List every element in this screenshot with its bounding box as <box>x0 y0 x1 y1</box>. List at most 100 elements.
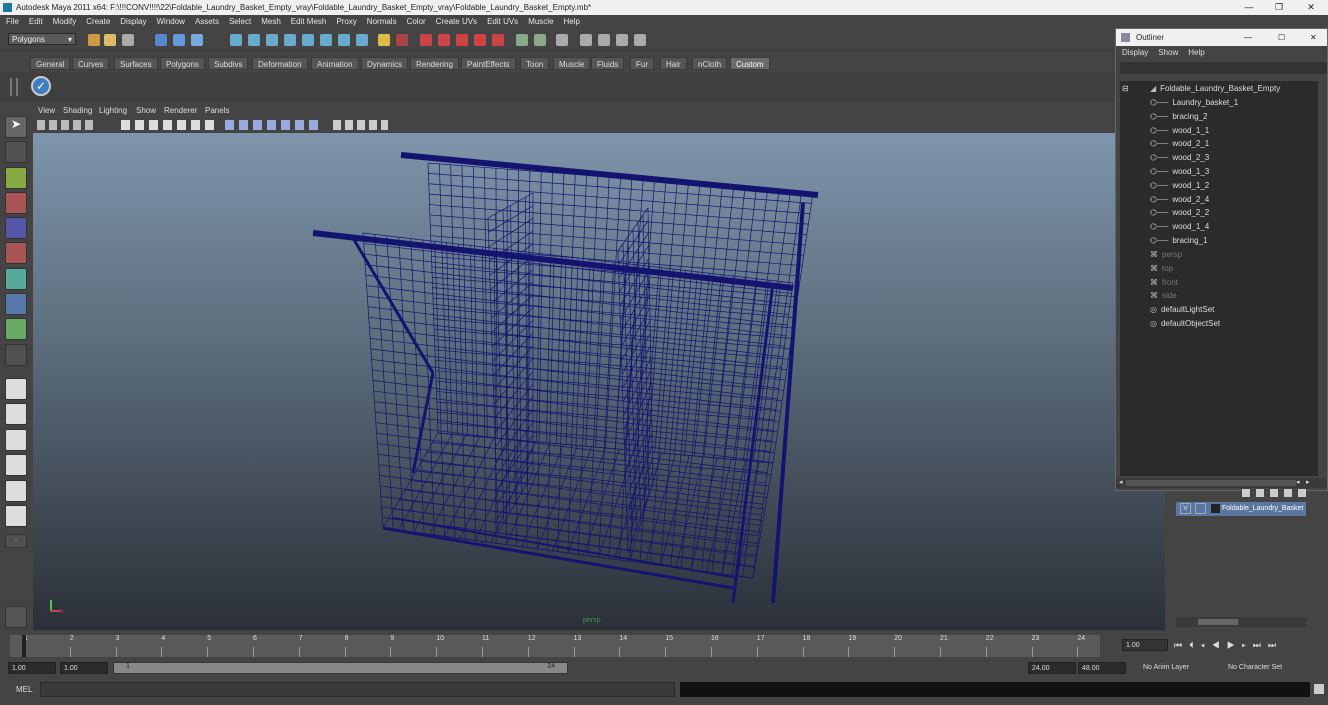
shelf-tab-general[interactable]: General <box>30 57 71 70</box>
shading-lighting-icons[interactable] <box>225 120 321 130</box>
shelf-tab-hair[interactable]: Hair <box>660 57 687 70</box>
outliner-set[interactable]: ◎ defaultLightSet <box>1150 303 1214 316</box>
perspective-viewport[interactable]: persp x <box>33 133 1165 630</box>
persp-graph-layout-icon[interactable] <box>5 454 27 476</box>
shelf-tab-deformation[interactable]: Deformation <box>252 57 308 70</box>
shelf-tab-painteffects[interactable]: PaintEffects <box>461 57 516 70</box>
menu-edit-mesh[interactable]: Edit Mesh <box>291 17 327 26</box>
display-mode-icons[interactable] <box>121 120 216 130</box>
menu-file[interactable]: File <box>6 17 19 26</box>
character-set-select[interactable]: No Character Set <box>1225 662 1315 674</box>
shelf-tab-subdivs[interactable]: Subdivs <box>208 57 249 70</box>
menu-set-select[interactable]: Polygons ▾ <box>8 33 76 45</box>
layout-1-icon[interactable] <box>580 34 592 46</box>
shelf-tab-rendering[interactable]: Rendering <box>410 57 459 70</box>
current-frame-field[interactable]: 1.00 <box>1122 639 1168 651</box>
layer-visibility-toggle[interactable]: V <box>1180 503 1191 514</box>
menu-assets[interactable]: Assets <box>195 17 219 26</box>
help-icon[interactable] <box>356 34 368 46</box>
layer-scroll-thumb[interactable] <box>1198 619 1238 625</box>
live-surface-icon[interactable] <box>302 34 314 46</box>
outliner-camera[interactable]: ⌘ top <box>1150 262 1173 275</box>
render-icon[interactable] <box>396 34 408 46</box>
menu-create[interactable]: Create <box>86 17 110 26</box>
shelf-tab-polygons[interactable]: Polygons <box>160 57 205 70</box>
camera-tools-icon[interactable] <box>37 120 97 130</box>
layer-type-toggle[interactable] <box>1195 503 1206 514</box>
quick-layout-icon[interactable] <box>5 606 27 628</box>
channel-box-icon[interactable] <box>516 34 528 46</box>
playback-controls[interactable]: ⏮⏴◂◀▶▸⏭⏭ <box>1174 640 1324 652</box>
scale-tool-icon[interactable] <box>5 242 27 264</box>
shelf-tab-animation[interactable]: Animation <box>311 57 359 70</box>
menu-window[interactable]: Window <box>157 17 185 26</box>
outliner-item[interactable]: ⌬── wood_1_1 <box>1150 124 1209 137</box>
outliner-maximize-button[interactable]: ☐ <box>1278 29 1285 46</box>
outliner-item[interactable]: ⌬── bracing_2 <box>1150 110 1207 123</box>
attribute-editor-icon[interactable] <box>534 34 546 46</box>
layer-color-swatch[interactable] <box>1211 504 1220 513</box>
layout-3-icon[interactable] <box>616 34 628 46</box>
viewport-menu-lighting[interactable]: Lighting <box>99 106 127 115</box>
hypershade-icon[interactable] <box>474 34 486 46</box>
menu-select[interactable]: Select <box>229 17 251 26</box>
menu-color[interactable]: Color <box>407 17 426 26</box>
scroll-left-icon[interactable]: ◂ <box>1119 478 1123 486</box>
outliner-root[interactable]: ◢ Foldable_Laundry_Basket_Empty <box>1150 82 1280 95</box>
four-view-layout-icon[interactable] <box>5 403 27 425</box>
outliner-minimize-button[interactable]: — <box>1244 29 1252 46</box>
menu-mesh[interactable]: Mesh <box>261 17 281 26</box>
ipr-render-icon[interactable] <box>438 34 450 46</box>
script-editor-icon[interactable] <box>1314 684 1324 694</box>
menu-display[interactable]: Display <box>120 17 146 26</box>
select-object-icon[interactable] <box>173 34 185 46</box>
outliner-camera[interactable]: ⌘ front <box>1150 276 1178 289</box>
outliner-item[interactable]: ⌬── wood_2_4 <box>1150 193 1209 206</box>
menu-modify[interactable]: Modify <box>53 17 77 26</box>
shelf-menu-handle-icon[interactable] <box>10 78 18 96</box>
graph-editor-layout-icon[interactable] <box>5 505 27 527</box>
layer-tools-icons[interactable] <box>1242 489 1306 497</box>
paint-select-tool-icon[interactable] <box>5 167 27 189</box>
mel-input[interactable] <box>40 682 675 697</box>
layout-2-icon[interactable] <box>598 34 610 46</box>
range-bar[interactable]: 1 24 <box>113 662 568 674</box>
shelf-tab-curves[interactable]: Curves <box>72 57 110 70</box>
rotate-tool-icon[interactable] <box>5 217 27 239</box>
history-icon[interactable] <box>320 34 332 46</box>
animation-start-field[interactable]: 1.00 <box>8 662 56 674</box>
minimize-button[interactable]: — <box>1234 0 1264 15</box>
outliner-item[interactable]: ⌬── wood_2_1 <box>1150 137 1209 150</box>
menu-muscle[interactable]: Muscle <box>528 17 553 26</box>
shelf-tab-surfaces[interactable]: Surfaces <box>114 57 158 70</box>
scroll-thumb[interactable] <box>1126 480 1296 486</box>
save-scene-icon[interactable] <box>122 34 134 46</box>
snap-plane-icon[interactable] <box>284 34 296 46</box>
outliner-menu-show[interactable]: Show <box>1158 48 1178 57</box>
soft-mod-tool-icon[interactable] <box>5 293 27 315</box>
outliner-item[interactable]: ⌬── Laundry_basket_1 <box>1150 96 1238 109</box>
viewport-menu-view[interactable]: View <box>38 106 55 115</box>
viewport-menu-show[interactable]: Show <box>136 106 156 115</box>
snap-point-icon[interactable] <box>266 34 278 46</box>
viewport-menu-shading[interactable]: Shading <box>63 106 92 115</box>
render-settings-icon[interactable] <box>456 34 468 46</box>
snap-grid-icon[interactable] <box>230 34 242 46</box>
outliner-item[interactable]: ⌬── wood_1_2 <box>1150 179 1209 192</box>
menu-normals[interactable]: Normals <box>367 17 397 26</box>
layer-row[interactable]: V Foldable_Laundry_Basket <box>1176 502 1306 516</box>
hypershade-layout-icon[interactable] <box>5 480 27 502</box>
shelf-tab-toon[interactable]: Toon <box>520 57 550 70</box>
outliner-menu-display[interactable]: Display <box>1122 48 1148 57</box>
layout-4-icon[interactable] <box>634 34 646 46</box>
outliner-item[interactable]: ⌬── wood_1_4 <box>1150 220 1209 233</box>
menu-edit-uvs[interactable]: Edit UVs <box>487 17 518 26</box>
animation-end-field[interactable]: 48.00 <box>1078 662 1126 674</box>
shelf-tab-muscle[interactable]: Muscle <box>553 57 591 70</box>
outliner-horizontal-scrollbar[interactable]: ◂ ◂ ▸ <box>1116 478 1327 488</box>
tool-settings-icon[interactable] <box>556 34 568 46</box>
shelf-tab-fluids[interactable]: Fluids <box>591 57 625 70</box>
select-tool-icon[interactable]: ➤ <box>5 116 27 138</box>
close-button[interactable]: ✕ <box>1296 0 1326 15</box>
anim-layer-select[interactable]: No Anim Layer <box>1140 662 1224 674</box>
